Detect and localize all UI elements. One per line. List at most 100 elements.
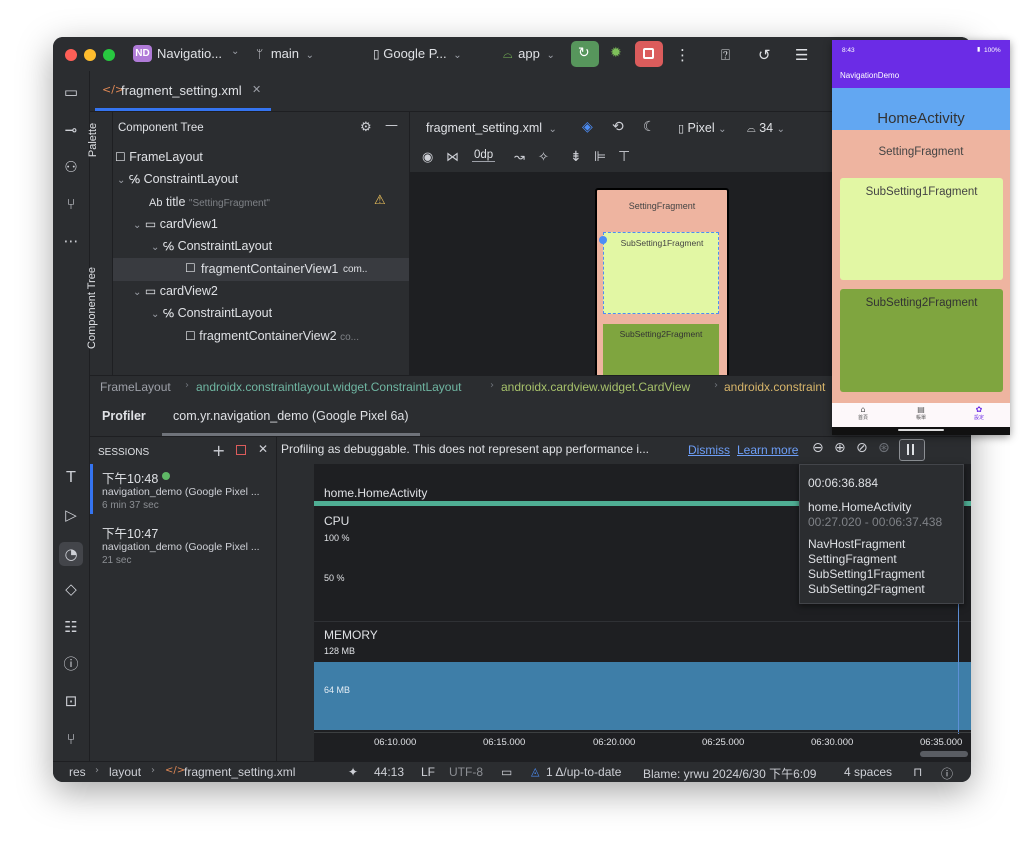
dismiss-link[interactable]: Dismiss — [688, 443, 730, 457]
file-selector[interactable]: fragment_setting.xml ⌄ — [426, 121, 557, 135]
gesture-handle[interactable] — [898, 429, 944, 431]
cardview-icon: ▭ — [144, 284, 157, 298]
notifications-icon[interactable]: ⓘ — [941, 765, 953, 782]
status-path-item[interactable]: fragment_setting.xml — [184, 765, 295, 779]
vcs-status[interactable]: 1 Δ/up-to-date — [546, 765, 621, 779]
structure-icon[interactable]: ⚇ — [61, 157, 81, 177]
rerun-button[interactable]: ↻ — [571, 41, 599, 67]
lock-icon[interactable]: ⊓ — [913, 765, 922, 779]
phone-subsetting2-card[interactable]: SubSetting2Fragment — [840, 289, 1003, 392]
nav-bills[interactable]: ▤ 帳單 — [904, 405, 938, 425]
logcat-icon[interactable]: ☷ — [61, 617, 81, 637]
preview-subsetting1-card[interactable]: SubSetting1Fragment — [603, 232, 719, 314]
tree-row-cardview2[interactable]: ⌄ ▭ cardView2 — [133, 284, 218, 298]
stop-session-icon[interactable] — [236, 445, 246, 455]
build-icon[interactable]: T — [61, 467, 81, 487]
memory-track[interactable]: MEMORY 128 MB 64 MB — [314, 622, 971, 732]
warning-icon[interactable]: ⚠ — [374, 193, 386, 208]
reset-zoom-icon[interactable]: ⊘ — [856, 440, 868, 456]
profiler-icon[interactable]: ◔ — [59, 542, 83, 566]
breadcrumb-item[interactable]: androidx.cardview.widget.CardView — [501, 380, 690, 394]
preview-subsetting2-card[interactable]: SubSetting2Fragment — [603, 324, 719, 380]
branch-selector[interactable]: ᛘ main ⌄ — [256, 46, 314, 61]
align-icon[interactable]: ⊫ — [594, 149, 606, 165]
zoom-out-icon[interactable]: ⊖ — [812, 440, 824, 456]
problems-icon[interactable]: ⓘ — [61, 654, 81, 674]
status-path-item[interactable]: res — [69, 765, 86, 779]
breadcrumb-item[interactable]: androidx.constraintlayout.widget.Constra… — [196, 380, 462, 394]
blame-info[interactable]: Blame: yrwu 2024/6/30 下午6:09 — [643, 765, 816, 782]
close-window-button[interactable] — [65, 49, 77, 61]
component-tree-toggle[interactable]: Component Tree — [86, 262, 112, 372]
tree-row-constraintlayout[interactable]: ⌄ ℅ ConstraintLayout — [117, 172, 238, 186]
design-surface-icon[interactable]: ◈ — [582, 119, 593, 135]
clear-constraints-icon[interactable]: ↝ — [514, 150, 525, 165]
caret-position[interactable]: 44:13 — [374, 765, 404, 779]
api-level-selector[interactable]: ⌓ 34 ⌄ — [747, 121, 785, 136]
line-separator[interactable]: LF — [421, 765, 435, 779]
commit-icon[interactable]: ⊸ — [61, 120, 81, 140]
go-live-icon[interactable]: ⊛ — [878, 440, 890, 456]
nav-home[interactable]: ⌂ 首頁 — [846, 405, 880, 425]
more-actions-icon[interactable]: ⋮ — [675, 46, 690, 64]
night-mode-icon[interactable]: ☾ — [643, 119, 656, 135]
translate-icon[interactable]: ↺ — [758, 46, 771, 64]
stop-button[interactable] — [635, 41, 663, 67]
timeline-scrollbar[interactable] — [920, 751, 968, 757]
close-tab-icon[interactable]: ✕ — [252, 83, 261, 96]
palette-toggle[interactable]: Palette — [87, 112, 112, 182]
terminal-icon[interactable]: ⊡ — [61, 691, 81, 711]
comment-icon[interactable]: ▭ — [501, 765, 512, 779]
pull-request-icon[interactable]: ⑂ — [61, 194, 81, 214]
add-session-icon[interactable]: + — [212, 441, 225, 460]
tab-fragment-setting[interactable]: </> fragment_setting.xml ✕ — [90, 71, 271, 111]
sync-icon[interactable]: ☰ — [795, 46, 808, 64]
tree-row-constraintlayout-2[interactable]: ⌄ ℅ ConstraintLayout — [151, 306, 272, 320]
tree-row-fragmentcontainerview1[interactable]: ☐ fragmentContainerView1 com.. — [113, 258, 409, 281]
selection-handle[interactable] — [599, 236, 607, 244]
tree-row-framelayout[interactable]: ☐ FrameLayout — [115, 150, 203, 164]
git-icon[interactable]: ⑂ — [61, 729, 81, 749]
tree-row-fragmentcontainerview2[interactable]: ☐ fragmentContainerView2 co... — [185, 329, 359, 343]
debug-button[interactable]: ✹ — [606, 43, 630, 65]
tree-row-constraintlayout-1[interactable]: ⌄ ℅ ConstraintLayout — [151, 239, 272, 253]
profiler-timeline[interactable]: home.HomeActivity CPU 100 % 50 % MEMORY … — [314, 464, 971, 761]
minimize-panel-icon[interactable]: — — [385, 118, 398, 133]
status-path-item[interactable]: layout — [109, 765, 141, 779]
gear-icon[interactable]: ⚙ — [360, 120, 372, 135]
phone-subsetting1-card[interactable]: SubSetting1Fragment — [840, 178, 1003, 280]
learn-more-link[interactable]: Learn more — [737, 443, 798, 457]
orientation-icon[interactable]: ⟲ — [612, 119, 624, 135]
run-icon[interactable]: ▷ — [61, 505, 81, 525]
folder-icon[interactable]: ▭ — [61, 82, 81, 102]
autoconnect-icon[interactable]: ⋈ — [446, 150, 459, 165]
process-tab[interactable]: com.yr.navigation_demo (Google Pixel 6a) — [162, 398, 420, 436]
breadcrumb-item[interactable]: FrameLayout — [100, 380, 171, 394]
guidelines-icon[interactable]: ⊤ — [618, 149, 630, 165]
indent-setting[interactable]: 4 spaces — [844, 765, 892, 779]
zoom-in-icon[interactable]: ⊕ — [834, 440, 846, 456]
lightning-icon[interactable]: ✦ — [348, 765, 358, 779]
infer-constraints-icon[interactable]: ✧ — [538, 150, 549, 165]
run-config-selector[interactable]: ⌓ app ⌄ — [503, 46, 555, 62]
gem-icon[interactable]: ◇ — [61, 579, 81, 599]
device-selector[interactable]: ▯ Google P... ⌄ — [373, 46, 462, 61]
tree-row-title[interactable]: Ab title "SettingFragment" — [149, 195, 270, 209]
nav-settings[interactable]: ✿ 設定 — [962, 405, 996, 425]
session-item-1[interactable]: 下午10:48 navigation_demo (Google Pixel ..… — [90, 464, 276, 514]
more-tools-icon[interactable]: ⋯ — [61, 231, 81, 251]
breadcrumb-item[interactable]: androidx.constraint — [724, 380, 825, 394]
pause-button[interactable] — [899, 439, 925, 461]
close-sessions-icon[interactable]: ✕ — [258, 442, 268, 456]
zoom-window-button[interactable] — [103, 49, 115, 61]
layout-preview[interactable]: SettingFragment SubSetting1Fragment SubS… — [595, 188, 729, 382]
device-manager-icon[interactable]: ⍰ — [721, 46, 730, 64]
file-encoding[interactable]: UTF-8 — [449, 765, 483, 779]
tree-row-cardview1[interactable]: ⌄ ▭ cardView1 — [133, 217, 218, 231]
minimize-window-button[interactable] — [84, 49, 96, 61]
preview-device-selector[interactable]: ▯ Pixel ⌄ — [678, 121, 727, 135]
session-item-2[interactable]: 下午10:47 navigation_demo (Google Pixel ..… — [90, 519, 276, 569]
eye-icon[interactable]: ◉ — [422, 150, 433, 165]
pack-icon[interactable]: ⇟ — [570, 149, 582, 165]
default-margin-field[interactable]: 0dp — [472, 149, 496, 162]
